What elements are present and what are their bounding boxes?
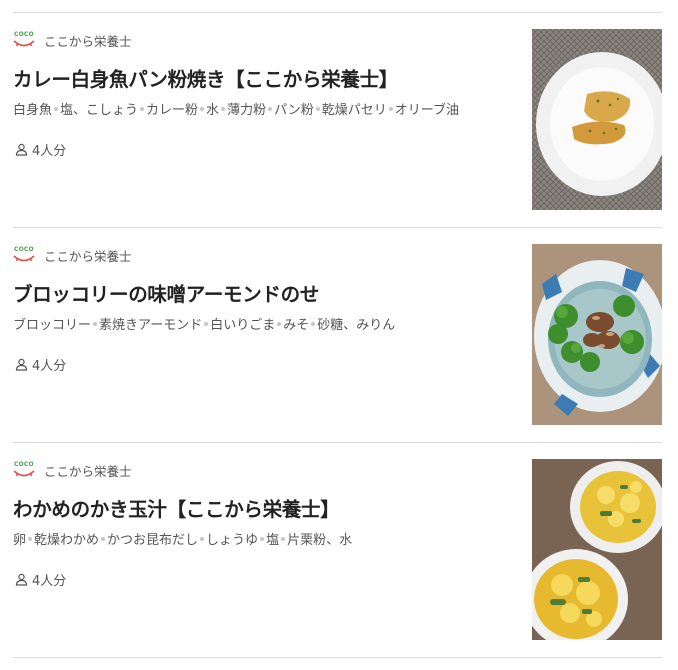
servings-label: 4人分	[32, 359, 67, 374]
ingredient: 塩、こしょう	[60, 103, 139, 118]
kokokara-logo-icon: COCO	[13, 31, 35, 49]
separator-dot	[311, 321, 316, 326]
ingredient: 乾燥パセリ	[321, 103, 387, 118]
ingredient: しょうゆ	[206, 533, 259, 548]
recipe-card[interactable]: COCO ここから栄養士 ブロッコリーの味噌アーモンドのせ ブロッコリー 素焼き…	[13, 228, 662, 425]
separator-dot	[28, 536, 33, 541]
servings: 4人分	[15, 570, 66, 589]
separator-dot	[200, 536, 205, 541]
ingredient: 塩	[266, 533, 280, 548]
separator-dot	[93, 321, 98, 326]
ingredient: 砂糖、みりん	[317, 318, 396, 333]
author-row[interactable]: COCO ここから栄養士	[13, 460, 132, 480]
ingredient: 素焼きアーモンド	[99, 318, 203, 333]
author-row[interactable]: COCO ここから栄養士	[13, 245, 132, 265]
ingredient: ブロッコリー	[13, 318, 92, 333]
person-icon	[15, 358, 28, 371]
recipe-title[interactable]: カレー白身魚パン粉焼き【ここから栄養士】	[13, 63, 398, 92]
ingredient: みそ	[283, 318, 310, 333]
separator-dot	[101, 536, 106, 541]
person-icon	[15, 143, 28, 156]
separator-dot	[221, 106, 226, 111]
ingredient: 卵	[13, 533, 27, 548]
kokokara-logo-icon: COCO	[13, 246, 35, 264]
author-name[interactable]: ここから栄養士	[44, 246, 132, 265]
servings: 4人分	[15, 140, 66, 159]
ingredient: 白身魚	[13, 103, 53, 118]
separator-dot	[204, 321, 209, 326]
ingredient-list: ブロッコリー 素焼きアーモンド 白いりごま みそ 砂糖、みりん	[13, 314, 395, 333]
ingredient: 水	[206, 103, 220, 118]
separator-dot	[281, 536, 286, 541]
servings-label: 4人分	[32, 144, 67, 159]
servings: 4人分	[15, 355, 66, 374]
recipe-card[interactable]: COCO ここから栄養士 わかめのかき玉汁【ここから栄養士】 卵 乾燥わかめ か…	[13, 443, 662, 640]
recipe-image[interactable]	[532, 244, 662, 425]
ingredient: オリーブ油	[394, 103, 459, 118]
separator-dot	[277, 321, 282, 326]
author-row[interactable]: COCO ここから栄養士	[13, 30, 132, 50]
ingredient-list: 卵 乾燥わかめ かつお昆布だし しょうゆ 塩 片栗粉、水	[13, 529, 352, 548]
recipe-image[interactable]	[532, 459, 662, 640]
divider	[13, 657, 662, 658]
person-icon	[15, 573, 28, 586]
separator-dot	[54, 106, 59, 111]
ingredient: パン粉	[274, 103, 314, 118]
ingredient: カレー粉	[146, 103, 199, 118]
recipe-image[interactable]	[532, 29, 662, 210]
ingredient: 薄力粉	[227, 103, 267, 118]
author-name[interactable]: ここから栄養士	[44, 31, 132, 50]
ingredient: 白いりごま	[210, 318, 276, 333]
separator-dot	[315, 106, 320, 111]
ingredient-list: 白身魚 塩、こしょう カレー粉 水 薄力粉 パン粉 乾燥パセリ オリーブ油	[13, 99, 459, 118]
ingredient: 乾燥わかめ	[34, 533, 100, 548]
separator-dot	[140, 106, 145, 111]
ingredient: かつお昆布だし	[107, 533, 199, 548]
recipe-card[interactable]: COCO ここから栄養士 カレー白身魚パン粉焼き【ここから栄養士】 白身魚 塩、…	[13, 13, 662, 210]
separator-dot	[268, 106, 273, 111]
servings-label: 4人分	[32, 574, 67, 589]
author-name[interactable]: ここから栄養士	[44, 461, 132, 480]
recipe-title[interactable]: ブロッコリーの味噌アーモンドのせ	[13, 278, 319, 307]
separator-dot	[200, 106, 205, 111]
separator-dot	[388, 106, 393, 111]
separator-dot	[260, 536, 265, 541]
ingredient: 片栗粉、水	[287, 533, 353, 548]
kokokara-logo-icon: COCO	[13, 461, 35, 479]
recipe-title[interactable]: わかめのかき玉汁【ここから栄養士】	[13, 493, 340, 522]
